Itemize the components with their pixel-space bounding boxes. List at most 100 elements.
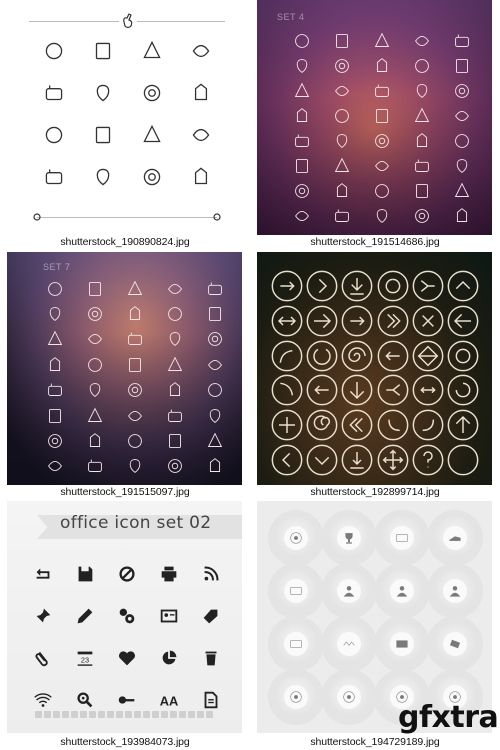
panel-set4-icons[interactable]: SET 4 [257,0,492,235]
circle-button[interactable] [446,373,481,408]
icon-cell[interactable] [282,153,322,178]
circle-button[interactable] [375,269,410,304]
icon-cell[interactable] [402,178,442,203]
icon-cell[interactable] [155,378,195,403]
icon-cell[interactable] [106,637,148,679]
icon-cell[interactable] [22,553,64,595]
icon-cell[interactable] [35,301,75,326]
caption-2[interactable]: shutterstock_191514686.jpg [250,236,500,248]
icon-cell[interactable] [155,301,195,326]
panel-set7-icons[interactable]: SET 7 [7,252,242,485]
icon-cell[interactable] [35,352,75,377]
icon-cell[interactable] [115,327,155,352]
circle-button[interactable] [410,442,445,477]
icon-cell[interactable] [195,327,235,352]
badge-cell[interactable] [322,670,375,723]
icon-cell[interactable] [442,53,482,78]
badge-cell[interactable] [375,564,428,617]
circle-button[interactable] [410,269,445,304]
icon-cell[interactable] [442,128,482,153]
circle-button[interactable] [304,269,339,304]
icon-cell[interactable] [64,553,106,595]
icon-cell[interactable] [127,30,176,72]
icon-cell[interactable] [155,327,195,352]
caption-5[interactable]: shutterstock_193984073.jpg [0,736,250,748]
circle-button[interactable] [269,269,304,304]
icon-cell[interactable] [35,327,75,352]
icon-cell[interactable] [402,128,442,153]
icon-cell[interactable] [75,327,115,352]
icon-cell[interactable] [75,378,115,403]
icon-cell[interactable] [190,595,232,637]
icon-cell[interactable] [64,595,106,637]
icon-cell[interactable] [282,128,322,153]
icon-cell[interactable] [362,153,402,178]
icon-cell[interactable] [75,428,115,453]
circle-button[interactable] [304,373,339,408]
icon-cell[interactable] [362,103,402,128]
icon-cell[interactable] [282,28,322,53]
icon-cell[interactable] [402,103,442,128]
circle-button[interactable] [304,338,339,373]
circle-button[interactable] [340,373,375,408]
circle-button[interactable] [410,304,445,339]
icon-cell[interactable] [322,128,362,153]
icon-cell[interactable] [75,403,115,428]
circle-button[interactable] [340,442,375,477]
circle-button[interactable] [269,408,304,443]
badge-cell[interactable] [375,511,428,564]
icon-cell[interactable] [190,553,232,595]
circle-button[interactable] [304,408,339,443]
icon-cell[interactable] [155,428,195,453]
icon-cell[interactable] [29,156,78,198]
icon-cell[interactable] [127,114,176,156]
circle-button[interactable] [340,269,375,304]
circle-button[interactable] [410,408,445,443]
icon-cell[interactable] [322,28,362,53]
circle-button[interactable] [340,408,375,443]
icon-cell[interactable] [195,454,235,479]
icon-cell[interactable] [176,30,225,72]
circle-button[interactable] [269,338,304,373]
circle-button[interactable] [446,338,481,373]
icon-cell[interactable] [155,352,195,377]
icon-cell[interactable] [442,103,482,128]
icon-cell[interactable] [78,114,127,156]
panel-eco-icons[interactable] [7,0,243,232]
icon-cell[interactable] [29,114,78,156]
icon-cell[interactable] [402,78,442,103]
icon-cell[interactable] [402,53,442,78]
icon-cell[interactable] [282,103,322,128]
icon-cell[interactable] [442,153,482,178]
circle-button[interactable] [340,304,375,339]
icon-cell[interactable] [176,156,225,198]
icon-cell[interactable] [322,103,362,128]
icon-cell[interactable] [322,153,362,178]
icon-cell[interactable] [75,352,115,377]
badge-cell[interactable] [428,564,481,617]
icon-cell[interactable] [106,553,148,595]
icon-cell[interactable] [362,203,402,228]
badge-cell[interactable] [375,617,428,670]
circle-button[interactable] [269,373,304,408]
circle-button[interactable] [446,442,481,477]
badge-cell[interactable] [322,617,375,670]
icon-cell[interactable] [195,352,235,377]
circle-button[interactable] [446,408,481,443]
icon-cell[interactable] [190,637,232,679]
icon-cell[interactable] [22,595,64,637]
icon-cell[interactable] [176,72,225,114]
caption-4[interactable]: shutterstock_192899714.jpg [250,486,500,498]
icon-cell[interactable] [127,156,176,198]
badge-cell[interactable] [322,511,375,564]
icon-cell[interactable] [106,595,148,637]
icon-cell[interactable] [195,301,235,326]
panel-circle-arrows[interactable] [257,252,492,485]
circle-button[interactable] [375,338,410,373]
icon-cell[interactable] [115,403,155,428]
icon-cell[interactable] [155,454,195,479]
badge-cell[interactable] [269,670,322,723]
icon-cell[interactable] [362,28,402,53]
icon-cell[interactable] [35,428,75,453]
icon-cell[interactable] [442,178,482,203]
